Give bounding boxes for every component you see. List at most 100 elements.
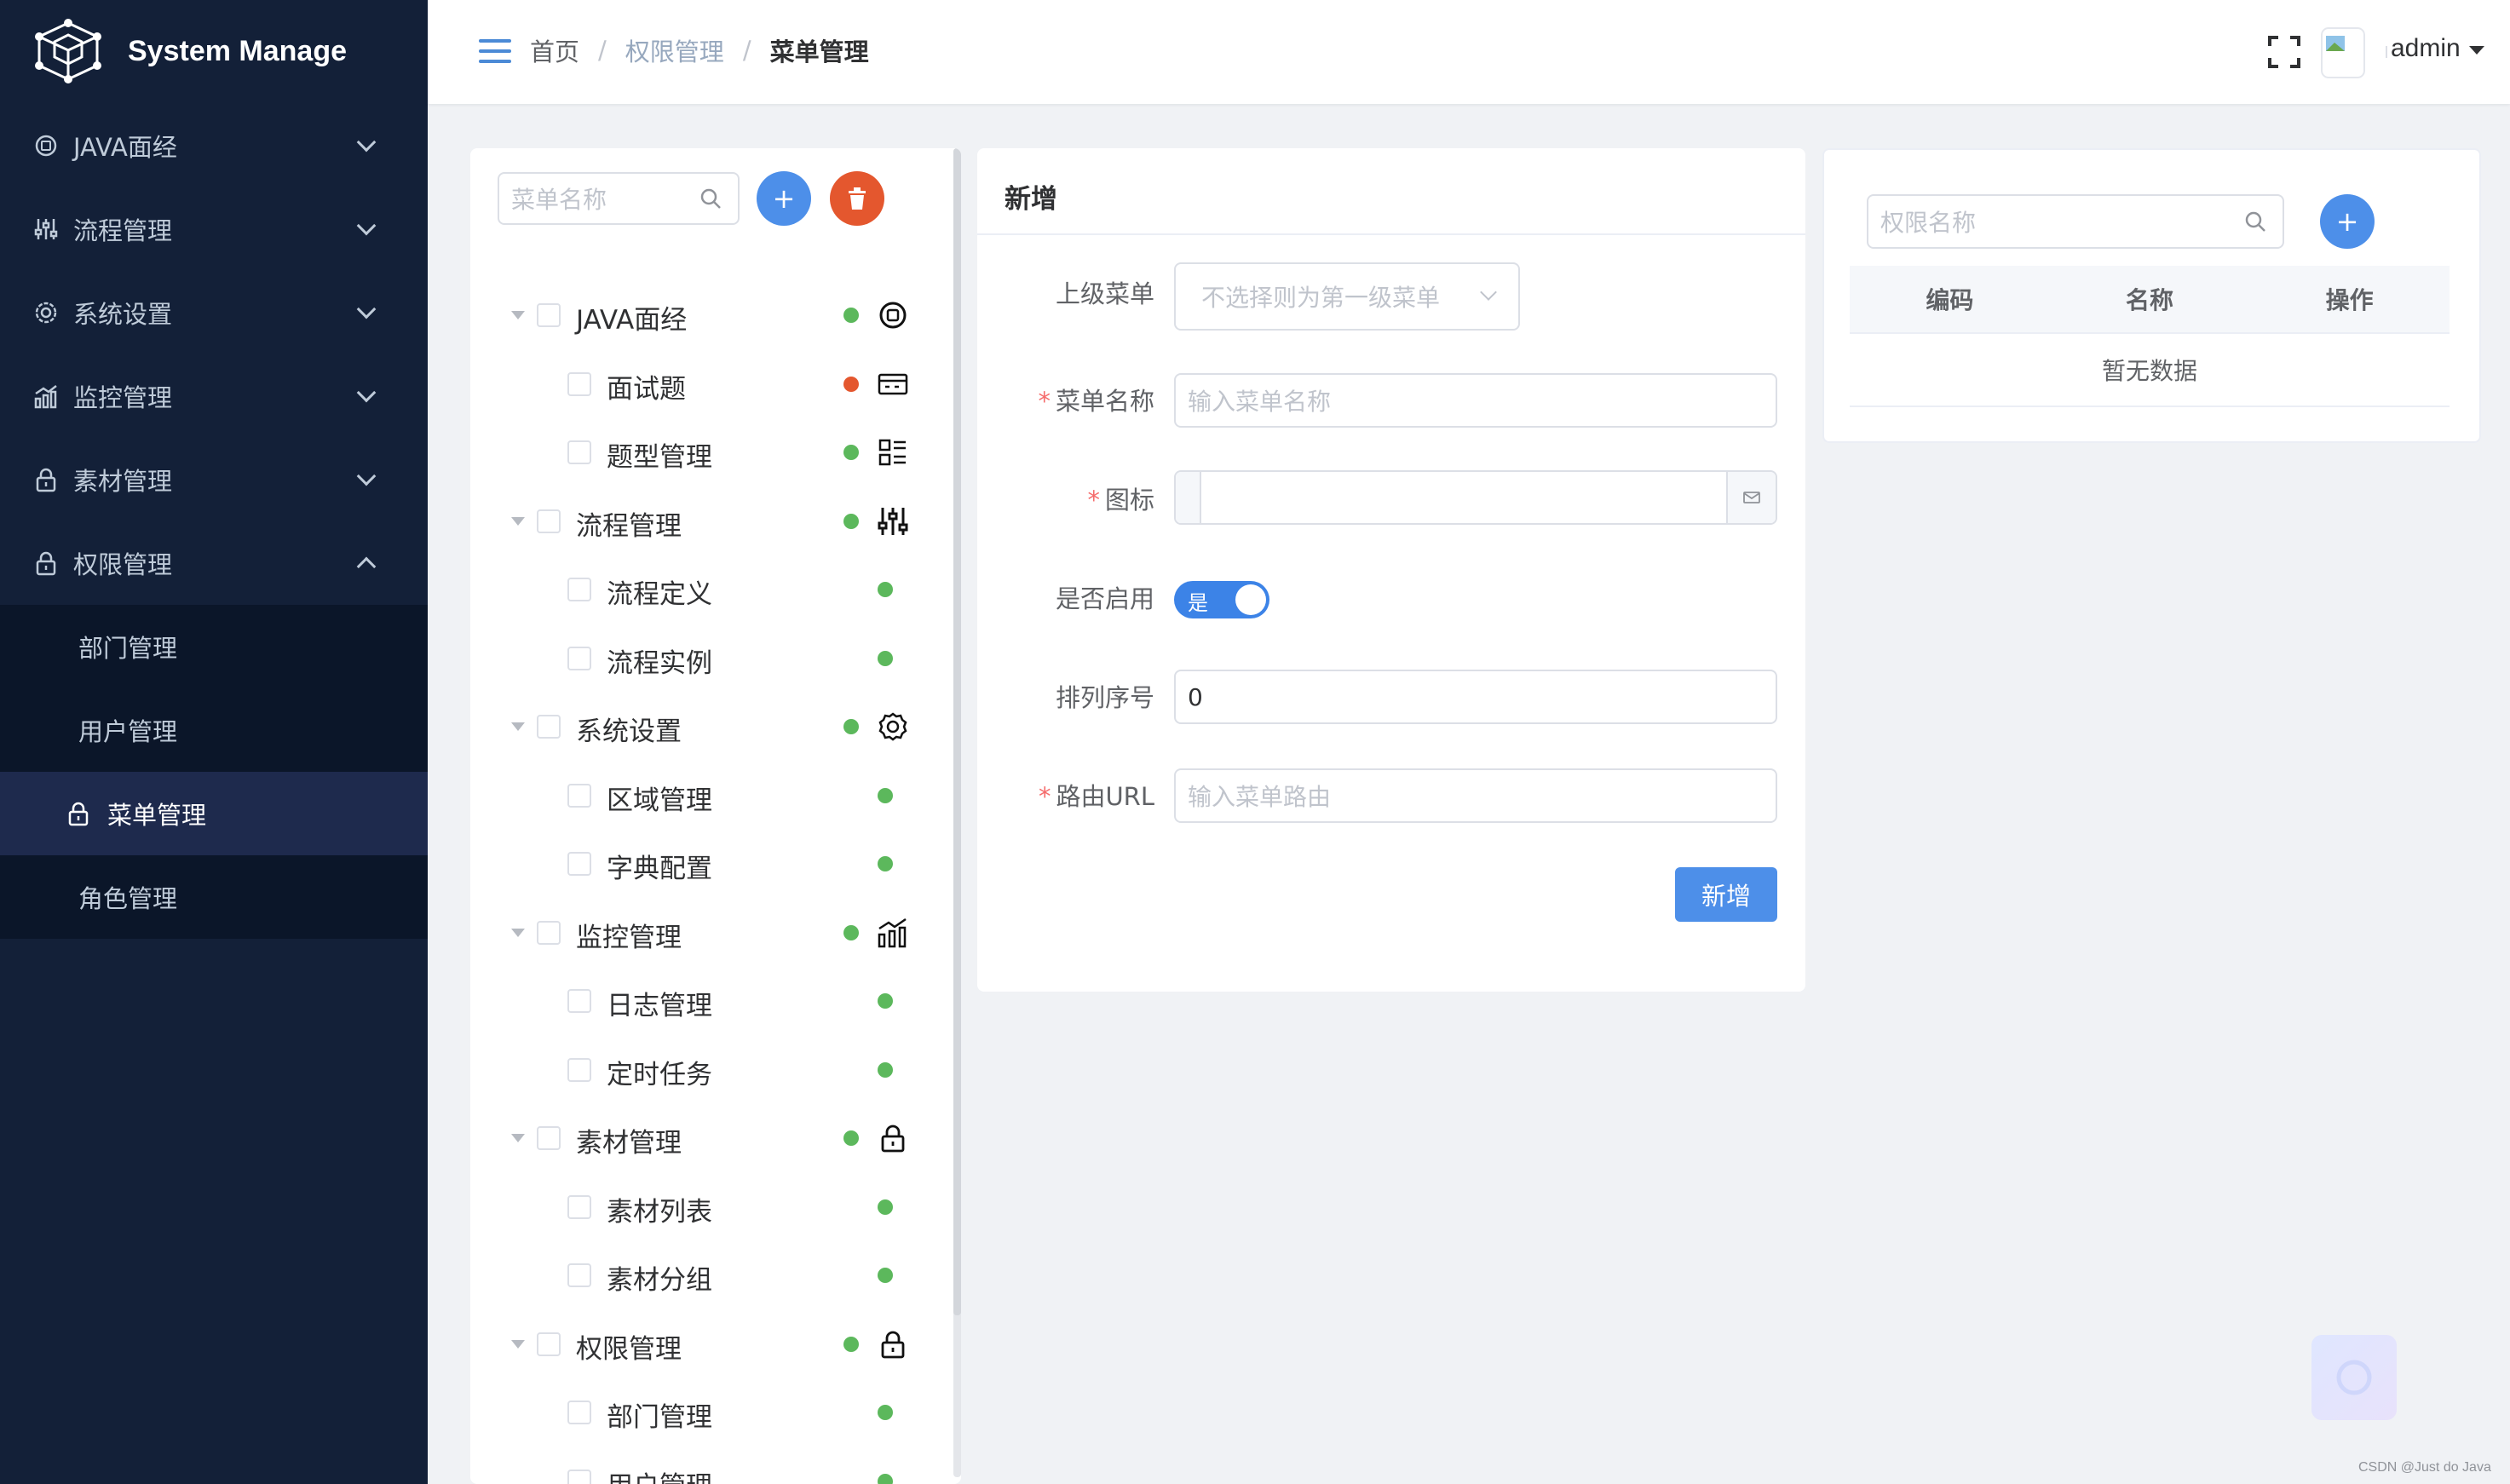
column-code[interactable]: 编码: [1850, 266, 2050, 332]
avatar[interactable]: [2321, 27, 2365, 78]
breadcrumb-current: 菜单管理: [769, 37, 869, 66]
caret-down-icon[interactable]: [2469, 46, 2484, 55]
tree-checkbox[interactable]: [567, 1194, 591, 1219]
breadcrumb-home[interactable]: 首页: [530, 32, 579, 68]
status-dot: [843, 445, 859, 460]
tree-checkbox[interactable]: [537, 920, 561, 945]
tree-expand-caret-icon[interactable]: [511, 1134, 525, 1142]
sidebar-item-menu[interactable]: 菜单管理: [0, 772, 428, 855]
sidebar-item-settings[interactable]: 系统设置: [0, 271, 428, 354]
form-divider: [977, 233, 1805, 235]
permission-search-placeholder: 权限名称: [1880, 209, 1977, 237]
tree-node[interactable]: 面试题: [470, 350, 947, 418]
add-permission-button[interactable]: +: [2320, 194, 2375, 249]
column-name[interactable]: 名称: [2050, 266, 2250, 332]
tree-node[interactable]: 系统设置: [470, 693, 947, 761]
icon-picker-button[interactable]: [1726, 472, 1776, 523]
brand: System Manage: [0, 0, 428, 102]
route-input[interactable]: 输入菜单路由: [1174, 768, 1777, 823]
tree-checkbox[interactable]: [567, 371, 591, 396]
tree-checkbox[interactable]: [567, 783, 591, 808]
tree-expand-caret-icon[interactable]: [511, 311, 525, 319]
tree-node-label: 题型管理: [607, 442, 712, 473]
tree-node[interactable]: 区域管理: [470, 762, 947, 830]
tree-node[interactable]: 流程实例: [470, 624, 947, 693]
tree-node[interactable]: 监控管理: [470, 899, 947, 967]
menu-tree-panel: 菜单名称 + JAVA面经 面试题题型管理流程管理 流程定义 流程实例 系统设置 区域管理…: [470, 148, 961, 1484]
menu-name-input[interactable]: 输入菜单名称: [1174, 373, 1777, 428]
tree-node[interactable]: 素材列表: [470, 1173, 947, 1241]
parent-menu-select[interactable]: 不选择则为第一级菜单: [1174, 262, 1520, 331]
fullscreen-icon[interactable]: [2268, 36, 2300, 68]
sidebar-item-permission[interactable]: 权限管理: [0, 521, 428, 605]
tree-checkbox[interactable]: [567, 1057, 591, 1082]
tree-node[interactable]: 流程定义: [470, 555, 947, 624]
tree-node[interactable]: 素材分组: [470, 1241, 947, 1309]
sidebar-item-monitor[interactable]: 监控管理: [0, 354, 428, 438]
tree-node[interactable]: 流程管理: [470, 487, 947, 555]
tree-scrollbar[interactable]: [953, 148, 961, 1477]
tree-checkbox[interactable]: [567, 989, 591, 1013]
permission-search-input[interactable]: 权限名称: [1867, 194, 2284, 249]
column-actions: 操作: [2325, 286, 2374, 314]
sidebar-item-material[interactable]: 素材管理: [0, 438, 428, 521]
user-name[interactable]: admin: [2391, 34, 2461, 63]
tree-node[interactable]: 权限管理: [470, 1310, 947, 1378]
order-value: 0: [1188, 682, 1203, 711]
add-menu-button[interactable]: +: [757, 171, 811, 226]
status-dot: [878, 650, 893, 666]
tree-checkbox[interactable]: [567, 440, 591, 464]
chevron-down-icon: [356, 299, 377, 319]
tree-node[interactable]: 用户管理: [470, 1447, 947, 1484]
tree-node[interactable]: 素材管理: [470, 1104, 947, 1172]
tree-node-label: 日志管理: [607, 991, 712, 1021]
tree-checkbox[interactable]: [567, 1469, 591, 1484]
sidebar-item-users[interactable]: 用户管理: [0, 688, 428, 772]
icon-input[interactable]: [1174, 470, 1777, 525]
enabled-toggle[interactable]: 是: [1174, 581, 1269, 618]
sidebar-item-java[interactable]: JAVA面经: [0, 104, 428, 187]
tree-checkbox[interactable]: [567, 1263, 591, 1287]
tree-checkbox[interactable]: [537, 1126, 561, 1150]
floating-assistant-button[interactable]: [2311, 1335, 2397, 1420]
enabled-toggle-text: 是: [1188, 591, 1208, 615]
tree-expand-caret-icon[interactable]: [511, 516, 525, 526]
hamburger-icon[interactable]: [479, 39, 511, 63]
chart-icon: [877, 917, 909, 949]
tree-node[interactable]: 字典配置: [470, 830, 947, 898]
tree-checkbox[interactable]: [567, 852, 591, 876]
tree-node[interactable]: JAVA面经: [470, 281, 947, 349]
tree-expand-caret-icon[interactable]: [511, 1339, 525, 1349]
gear-icon: [877, 710, 909, 743]
watermark: CSDN @Just do Java: [2358, 1460, 2491, 1475]
chevron-down-icon: [356, 466, 377, 486]
swirl-icon: [2336, 1360, 2372, 1395]
tree-checkbox[interactable]: [567, 578, 591, 601]
tree-node[interactable]: 部门管理: [470, 1378, 947, 1447]
order-input[interactable]: 0: [1174, 670, 1777, 724]
chevron-down-icon: [356, 383, 377, 403]
sidebar-item-roles[interactable]: 角色管理: [0, 855, 428, 939]
tree-checkbox[interactable]: [567, 1401, 591, 1424]
tree-checkbox[interactable]: [537, 509, 561, 533]
menu-form-panel: 新增 上级菜单 不选择则为第一级菜单 * 菜单名称 输入菜单名称 * 图标 是否启用…: [977, 148, 1805, 992]
sidebar-item-department[interactable]: 部门管理: [0, 605, 428, 688]
tree-checkbox[interactable]: [567, 646, 591, 670]
tree-node-label: 权限管理: [576, 1333, 682, 1365]
menu-search-input[interactable]: 菜单名称: [498, 172, 740, 225]
sidebar-item-label: 权限管理: [73, 550, 173, 579]
tree-expand-caret-icon[interactable]: [511, 722, 525, 731]
sliders-icon: [32, 216, 60, 243]
permission-table-empty: 暂无数据: [1850, 334, 2450, 407]
tree-checkbox[interactable]: [537, 715, 561, 739]
tree-checkbox[interactable]: [537, 303, 561, 327]
delete-menu-button[interactable]: [830, 171, 884, 226]
tree-node[interactable]: 定时任务: [470, 1036, 947, 1104]
tree-node[interactable]: 题型管理: [470, 418, 947, 486]
tree-checkbox[interactable]: [537, 1332, 561, 1356]
tree-expand-caret-icon[interactable]: [511, 928, 525, 937]
tree-node[interactable]: 日志管理: [470, 967, 947, 1035]
sidebar-item-process[interactable]: 流程管理: [0, 187, 428, 271]
status-dot: [843, 924, 859, 940]
submit-button[interactable]: 新增: [1675, 867, 1777, 922]
